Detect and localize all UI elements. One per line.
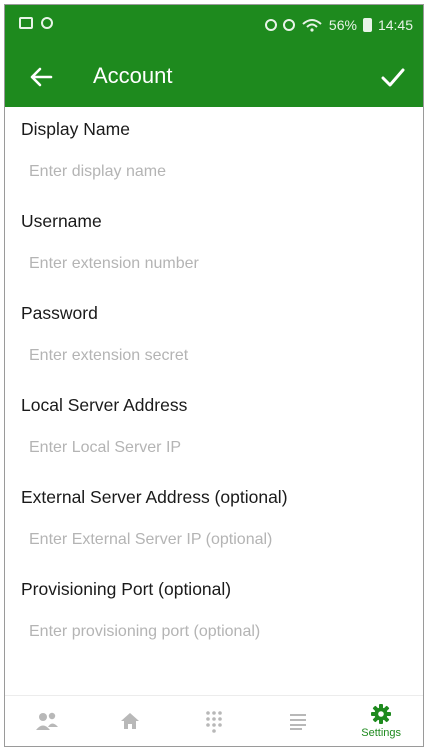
contacts-icon [35, 712, 58, 730]
username-label: Username [21, 211, 102, 231]
display-name-label: Display Name [21, 119, 130, 139]
nav-contacts[interactable] [17, 698, 77, 744]
local-server-field: Local Server Address [5, 383, 423, 475]
alarm-icon [264, 19, 277, 31]
password-label: Password [21, 303, 98, 323]
external-server-input[interactable] [21, 523, 407, 557]
external-server-label: External Server Address (optional) [21, 487, 288, 507]
nav-settings[interactable]: Settings [351, 698, 411, 744]
phone-screen: 56% 14:45 Account Display Name Username … [4, 4, 424, 747]
clock: 14:45 [377, 17, 413, 33]
home-icon [121, 713, 140, 729]
dialpad-icon [206, 711, 222, 733]
list-icon [289, 714, 306, 730]
display-name-field: Display Name [5, 107, 423, 199]
app-bar: Account [5, 47, 423, 107]
checkmark-icon[interactable] [379, 63, 407, 91]
nav-settings-label: Settings [361, 727, 402, 739]
battery-icon [362, 18, 372, 32]
arrow-left-icon[interactable] [27, 63, 55, 91]
local-server-label: Local Server Address [21, 395, 188, 415]
display-name-input[interactable] [21, 155, 407, 189]
page-title: Account [93, 63, 173, 88]
external-server-field: External Server Address (optional) [5, 475, 423, 567]
gear-icon [371, 704, 392, 724]
username-field: Username [5, 199, 423, 291]
local-server-input[interactable] [21, 431, 407, 465]
status-left-icons [19, 17, 53, 29]
password-field: Password [5, 291, 423, 383]
password-input[interactable] [21, 339, 407, 373]
account-form: Display Name Username Password Local Ser… [5, 107, 423, 659]
status-bar: 56% 14:45 [5, 5, 423, 47]
mute-icon [282, 19, 295, 31]
nav-list[interactable] [268, 698, 328, 744]
bottom-navigation: Settings [5, 695, 423, 746]
provisioning-port-label: Provisioning Port (optional) [21, 579, 232, 599]
battery-percentage: 56% [328, 17, 357, 33]
status-right-icons: 56% 14:45 [264, 17, 413, 33]
username-input[interactable] [21, 247, 407, 281]
wifi-signal-icon [302, 19, 322, 32]
nav-dialpad[interactable] [184, 698, 244, 744]
provisioning-port-field: Provisioning Port (optional) [5, 567, 423, 659]
nav-home[interactable] [100, 698, 160, 744]
notification-badge-icon [41, 17, 53, 29]
gallery-notification-icon [19, 17, 33, 29]
provisioning-port-input[interactable] [21, 615, 407, 649]
